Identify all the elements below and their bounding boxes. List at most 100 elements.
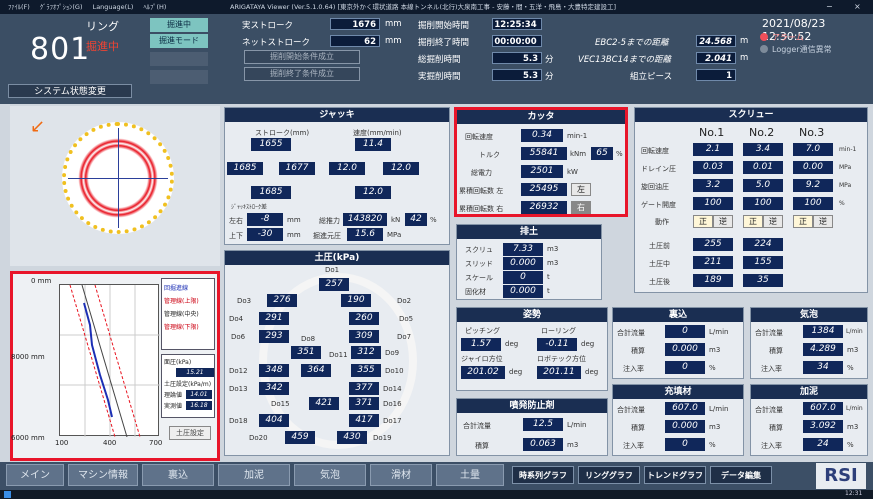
spray-title: 噴発防止剤 (457, 399, 607, 413)
tab-soil-volume[interactable]: 土量 (436, 464, 504, 486)
actual-time-unit: 分 (545, 72, 554, 82)
menu-help[interactable]: ﾍﾙﾌﾟ(H) (143, 3, 166, 11)
do19-label: Do19 (373, 434, 392, 442)
cutter-rot-left-label: 累積回転数 左 (459, 187, 504, 195)
tab-main[interactable]: メイン (6, 464, 64, 486)
mode-box-blank-1 (150, 52, 208, 66)
start-condition-button[interactable]: 掘削開始条件成立 (244, 50, 360, 64)
menu-file[interactable]: ﾌｧｲﾙ(F) (8, 3, 30, 11)
jack-ud-unit: mm (287, 231, 301, 239)
mgmt-label: 理論値 (164, 392, 183, 399)
tab-backfill[interactable]: 裏込 (142, 464, 214, 486)
screw-hyd-2: 5.0 (743, 179, 783, 192)
filler-acc-unit: m3 (709, 423, 721, 431)
screw-hyd-unit: MPa (839, 182, 852, 189)
tab-foam[interactable]: 気泡 (294, 464, 366, 486)
start-icon[interactable] (4, 491, 11, 498)
jack-diff-label: ｼﾞｬｯｷｽﾄﾛｰｸ差 (231, 204, 268, 211)
ring-number: 801 (30, 32, 91, 67)
screw-p-front-1: 255 (693, 238, 733, 251)
logger-label: Logger通信異常 (772, 45, 832, 54)
screw-speed-2: 3.4 (743, 143, 783, 156)
end-time-label: 掘削終了時間 (418, 38, 470, 48)
spray-panel: 噴発防止剤 合計流量 12.5 L/min 積算 0.063 m3 (456, 398, 608, 456)
backfill-flow-value: 0 (665, 325, 705, 338)
screw-speed-1: 2.1 (693, 143, 733, 156)
filler-flow-unit: L/min (709, 405, 729, 413)
do11-value: 364 (301, 364, 331, 377)
foam-flow-label: 合計流量 (755, 329, 783, 337)
total-time-unit: 分 (545, 55, 554, 65)
tab-mud[interactable]: 加泥 (218, 464, 290, 486)
graph-y-mid: 8000 mm (11, 353, 45, 361)
menu-graph-option[interactable]: ｸﾞﾗﾌｵﾌﾟｼｮﾝ(G) (40, 3, 83, 11)
screw-col-2: No.2 (749, 126, 775, 139)
screw-panel: スクリュー No.1 No.2 No.3 回転速度 2.1 3.4 7.0 mi… (634, 107, 868, 293)
system-status-button[interactable]: システム状態変更 (8, 84, 132, 98)
do14-label: Do14 (383, 385, 402, 393)
mud-flow-label: 合計流量 (755, 406, 783, 414)
pressure-label: 面圧(kPa) (164, 359, 192, 366)
jack-thrust-value: 143820 (343, 213, 387, 226)
net-stroke-label: ネットストローク (242, 38, 311, 48)
menu-bar: ﾌｧｲﾙ(F) ｸﾞﾗﾌｵﾌﾟｼｮﾝ(G) Language(L) ﾍﾙﾌﾟ(H… (0, 3, 166, 11)
ring-label: リング (86, 20, 119, 33)
screw-p-back-1: 189 (693, 274, 733, 287)
piece-label: 組立ピース (630, 72, 673, 82)
backfill-rate-value: 0 (665, 361, 705, 374)
actual-stroke-unit: mm (385, 19, 402, 29)
screw-col-3: No.3 (799, 126, 825, 139)
backfill-acc-unit: m3 (709, 346, 721, 354)
taskbar (0, 490, 873, 499)
legend-item-2: 管理線(上限) (164, 298, 199, 305)
jack-stroke-label: ストローク(mm) (255, 129, 310, 137)
jack-speed-label: 速度(mm/min) (353, 129, 402, 137)
do2-value: 190 (341, 294, 371, 307)
screw-p-front-2: 224 (743, 238, 783, 251)
discharge-solid-value: 0.000 (503, 285, 543, 298)
screw1-reverse: 逆 (713, 215, 733, 228)
discharge-scale-value: 0 (503, 271, 543, 284)
menu-language[interactable]: Language(L) (93, 3, 134, 11)
minimize-icon[interactable]: − (826, 0, 833, 14)
screw-p-front-label: 土圧前 (649, 242, 670, 250)
do16-value: 371 (349, 397, 379, 410)
cutter-torque-label: トルク (479, 151, 500, 159)
jack-exc-value: 15.6 (347, 228, 383, 241)
do18-label: Do18 (229, 417, 248, 425)
close-icon[interactable]: × (854, 0, 861, 14)
mud-rate-label: 注入率 (761, 442, 782, 450)
filler-rate-value: 0 (665, 438, 705, 451)
tab-machine-info[interactable]: マシン情報 (68, 464, 138, 486)
end-condition-button[interactable]: 掘削終了条件成立 (244, 67, 360, 81)
backfill-acc-value: 0.000 (665, 343, 705, 356)
roll-unit: deg (581, 340, 595, 348)
mud-rate-value: 24 (803, 438, 843, 451)
jack-speed-top: 11.4 (355, 138, 391, 151)
ring-status: 掘進中 (86, 40, 119, 53)
screw-title: スクリュー (635, 108, 867, 122)
tab-ring-graph[interactable]: リンググラフ (578, 466, 640, 484)
jack-lr-unit: mm (287, 216, 301, 224)
jack-panel: ジャッキ ストローク(mm) 速度(mm/min) 1655 1685 1677… (224, 107, 450, 245)
discharge-screw-label: スクリュ (465, 246, 493, 254)
end-time-value: 00:00:00 (492, 35, 542, 47)
do9-value: 312 (351, 346, 381, 359)
tab-timeseries-graph[interactable]: 時系列グラフ (512, 466, 574, 484)
jack-stroke-bottom: 1685 (251, 186, 291, 199)
net-stroke-unit: mm (385, 36, 402, 46)
screw-p-back-label: 土圧後 (649, 278, 670, 286)
discharge-slid-label: スリッド (465, 260, 493, 268)
jack-exc-label: 掘進元圧 (313, 232, 341, 240)
screw-drain-2: 0.01 (743, 161, 783, 174)
horizontal-axis-line (68, 178, 168, 179)
graph-values-box: 面圧(kPa) 15.21 土圧設定(kPa/m) 理論値 14.01 実測値 16… (161, 354, 215, 418)
screw-drain-1: 0.03 (693, 161, 733, 174)
tab-data-edit[interactable]: データ編集 (710, 466, 772, 484)
pressure-setting-button[interactable]: 土圧設定 (169, 426, 211, 440)
filler-acc-label: 積算 (631, 424, 645, 432)
tab-trend-graph[interactable]: トレンドグラフ (644, 466, 706, 484)
legend-item-4: 管理線(下限) (164, 324, 199, 331)
tab-lubricant[interactable]: 滑材 (370, 464, 432, 486)
screw-speed-unit: min-1 (839, 146, 857, 153)
